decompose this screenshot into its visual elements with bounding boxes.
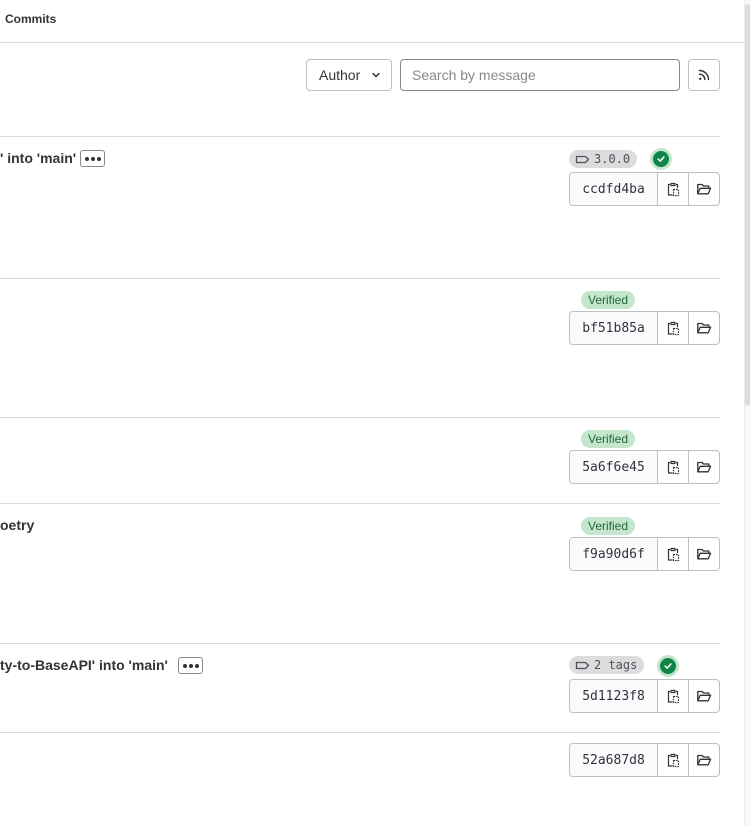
folder-open-icon xyxy=(697,754,712,766)
row-divider xyxy=(0,417,720,418)
commit-sha-group: ccdfd4ba xyxy=(569,172,720,206)
commit-sha-group: 5d1123f8 xyxy=(569,679,720,713)
verified-badge[interactable]: Verified xyxy=(581,517,636,535)
author-dropdown[interactable]: Author xyxy=(306,59,392,91)
folder-open-icon xyxy=(697,183,712,195)
pipeline-status-passed[interactable] xyxy=(650,148,672,170)
copy-sha-button[interactable] xyxy=(658,312,689,344)
breadcrumb: Commits xyxy=(0,0,744,43)
row-divider xyxy=(0,503,720,504)
tag-badge[interactable]: 3.0.0 xyxy=(569,150,638,168)
commit-sha-group: f9a90d6f xyxy=(569,537,720,571)
pipeline-status-passed[interactable] xyxy=(657,655,679,677)
browse-files-button[interactable] xyxy=(689,538,719,570)
copy-sha-button[interactable] xyxy=(658,680,689,712)
commit-sha-button[interactable]: 5a6f6e45 xyxy=(570,451,658,483)
copy-clipboard-icon xyxy=(667,460,680,475)
search-by-message-input[interactable] xyxy=(400,59,680,91)
page-scrollbar-thumb[interactable] xyxy=(745,4,750,406)
row-divider xyxy=(0,278,720,279)
commit-sha-group: 52a687d8 xyxy=(569,743,720,777)
rss-icon xyxy=(698,69,710,81)
copy-clipboard-icon xyxy=(667,321,680,336)
ellipsis-dot xyxy=(194,663,199,668)
commit-sha-button[interactable]: bf51b85a xyxy=(570,312,658,344)
copy-clipboard-icon xyxy=(667,689,680,704)
row-divider xyxy=(0,643,720,644)
ellipsis-dot xyxy=(84,156,89,161)
copy-sha-button[interactable] xyxy=(658,744,689,776)
chevron-down-icon xyxy=(372,72,380,78)
tag-icon xyxy=(575,661,590,669)
browse-files-button[interactable] xyxy=(689,312,719,344)
commit-sha-group: 5a6f6e45 xyxy=(569,450,720,484)
folder-open-icon xyxy=(697,322,712,334)
copy-clipboard-icon xyxy=(667,182,680,197)
browse-files-button[interactable] xyxy=(689,680,719,712)
folder-open-icon xyxy=(697,461,712,473)
author-dropdown-label: Author xyxy=(319,67,361,83)
row-divider xyxy=(0,136,720,137)
ellipsis-dot xyxy=(188,663,193,668)
verified-badge[interactable]: Verified xyxy=(581,430,636,448)
browse-files-button[interactable] xyxy=(689,451,719,483)
rss-feed-button[interactable] xyxy=(688,59,720,91)
copy-sha-button[interactable] xyxy=(658,538,689,570)
ellipsis-dot xyxy=(90,156,95,161)
tag-badge-label: 3.0.0 xyxy=(594,152,631,166)
commit-title-link[interactable]: ' into 'main' xyxy=(0,150,76,166)
commit-sha-button[interactable]: ccdfd4ba xyxy=(570,173,658,205)
check-icon xyxy=(657,156,665,162)
tag-badge-label: 2 tags xyxy=(594,658,638,672)
row-divider xyxy=(0,732,720,733)
copy-sha-button[interactable] xyxy=(658,451,689,483)
tags-badge[interactable]: 2 tags xyxy=(569,656,645,674)
folder-open-icon xyxy=(697,690,712,702)
browse-files-button[interactable] xyxy=(689,744,719,776)
ellipsis-dot xyxy=(96,156,101,161)
copy-clipboard-icon xyxy=(667,547,680,562)
breadcrumb-current-commits[interactable]: Commits xyxy=(5,12,56,26)
ellipsis-dot xyxy=(182,663,187,668)
commit-sha-button[interactable]: 5d1123f8 xyxy=(570,680,658,712)
commit-sha-group: bf51b85a xyxy=(569,311,720,345)
commit-sha-button[interactable]: f9a90d6f xyxy=(570,538,658,570)
browse-files-button[interactable] xyxy=(689,173,719,205)
verified-badge[interactable]: Verified xyxy=(581,291,636,309)
commit-sha-button[interactable]: 52a687d8 xyxy=(570,744,658,776)
commit-title-link[interactable]: ty-to-BaseAPI' into 'main' xyxy=(0,657,168,673)
check-icon xyxy=(664,663,672,669)
copy-clipboard-icon xyxy=(667,753,680,768)
tag-icon xyxy=(575,155,590,163)
folder-open-icon xyxy=(697,548,712,560)
commit-title-link[interactable]: oetry xyxy=(0,517,34,533)
copy-sha-button[interactable] xyxy=(658,173,689,205)
toggle-commit-description-button[interactable] xyxy=(178,657,203,674)
toggle-commit-description-button[interactable] xyxy=(80,150,105,167)
